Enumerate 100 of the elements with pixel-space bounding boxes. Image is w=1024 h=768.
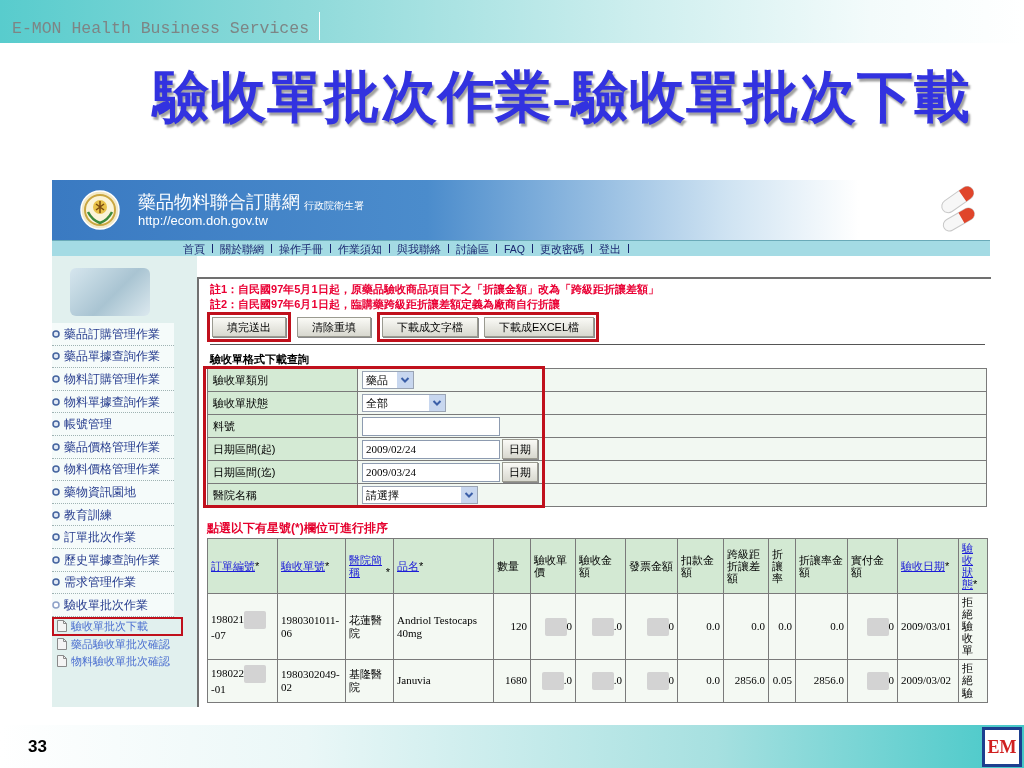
sidebar-item[interactable]: 訂單批次作業 xyxy=(52,526,174,549)
form-button[interactable]: 下載成EXCEL檔 xyxy=(484,317,595,337)
sidebar-item[interactable]: 藥品單據查詢作業 xyxy=(52,345,174,369)
input-field[interactable]: 2009/03/24 xyxy=(362,462,500,482)
sidebar-item[interactable]: 驗收單批次作業 xyxy=(52,594,174,617)
sidebar-item[interactable]: 物料訂購管理作業 xyxy=(52,368,174,391)
input-field[interactable] xyxy=(362,416,500,436)
sidebar-item[interactable]: 物料價格管理作業 xyxy=(52,458,174,482)
sort-link[interactable]: 品名 xyxy=(397,560,419,572)
select-field[interactable]: 請選擇 xyxy=(362,486,478,504)
sort-link[interactable]: 驗收狀態 xyxy=(962,541,973,591)
date-button[interactable]: 日期 xyxy=(502,462,538,482)
column-header: 折讓率 xyxy=(768,538,796,594)
nav-link[interactable]: 更改密碼 xyxy=(533,241,591,256)
cell-text: 198021 xyxy=(211,612,244,625)
sidebar-subitem[interactable]: 藥品驗收單批次確認 xyxy=(52,635,183,653)
table-cell: 2009/03/02 xyxy=(897,659,959,703)
column-header: 驗收單價 xyxy=(530,538,576,594)
document-icon xyxy=(57,655,67,668)
section-title: 驗收單格式下載查詢 xyxy=(208,352,310,366)
form-label: 料號 xyxy=(207,414,358,438)
sidebar-subitem[interactable]: 驗收單批次下載 xyxy=(52,616,183,636)
nav-link[interactable]: 登出 xyxy=(592,241,628,256)
document-icon xyxy=(57,638,67,651)
sidebar-item[interactable]: 歷史單據查詢作業 xyxy=(52,548,174,572)
form-button[interactable]: 清除重填 xyxy=(297,317,371,337)
sidebar-item[interactable]: 藥品價格管理作業 xyxy=(52,435,174,459)
sort-hint: 點選以下有星號(*)欄位可進行排序 xyxy=(207,520,389,536)
input-field[interactable]: 2009/02/24 xyxy=(362,439,500,459)
notice-text: 註1：自民國97年5月1日起，原藥品驗收商品項目下之「折讓金額」改為「跨級距折讓差額」 xyxy=(210,282,660,297)
document-icon xyxy=(57,620,67,633)
nav-link[interactable]: 討論區 xyxy=(449,241,496,256)
form-label: 日期區間(迄) xyxy=(207,460,358,484)
slide-number: 33 xyxy=(28,736,47,757)
table-cell: Andriol Testocaps 40mg xyxy=(393,593,494,660)
sidebar-item[interactable]: 物料單據查詢作業 xyxy=(52,390,174,414)
table-cell: Januvia xyxy=(393,659,494,703)
sort-mark: * xyxy=(945,560,950,572)
form-button[interactable]: 下載成文字檔 xyxy=(382,317,478,337)
agency-name: 行政院衛生署 xyxy=(304,199,364,213)
nav-link[interactable]: 首頁 xyxy=(176,241,212,256)
column-header: 數量 xyxy=(493,538,531,594)
nav-link[interactable]: 與我聯絡 xyxy=(390,241,448,256)
sidebar-item[interactable]: 帳號管理 xyxy=(52,413,174,436)
select-field[interactable]: 全部 xyxy=(362,394,446,412)
cell-text: .0 xyxy=(563,673,572,686)
select-field[interactable]: 藥品 xyxy=(362,371,414,389)
nav-link[interactable]: 操作手冊 xyxy=(272,241,330,256)
sort-mark: * xyxy=(973,578,978,591)
emblem-logo xyxy=(80,190,120,230)
brand-text: E-MON Health Business Services xyxy=(11,19,310,40)
column-header: 實付金額 xyxy=(847,538,898,594)
table-cell: 基隆醫院 xyxy=(345,659,394,703)
sort-link[interactable]: 驗收單號 xyxy=(281,560,325,572)
status-text: 拒絕驗 xyxy=(962,662,973,699)
form-label: 驗收單類別 xyxy=(207,368,358,392)
date-button[interactable]: 日期 xyxy=(502,439,538,459)
column-header: 發票金額 xyxy=(625,538,678,594)
cell-text: 0 xyxy=(888,673,894,686)
sort-link[interactable]: 驗收日期 xyxy=(901,560,945,572)
sidebar-item[interactable]: 藥物資訊園地 xyxy=(52,481,174,504)
form-button[interactable]: 填完送出 xyxy=(212,317,286,337)
cell-text: .0 xyxy=(613,619,622,632)
logo: EM xyxy=(982,726,1022,767)
form-label: 日期區間(起) xyxy=(207,437,358,461)
table-cell: 花蓮醫院 xyxy=(345,593,394,660)
sort-mark: * xyxy=(419,560,424,572)
column-header: 跨級距折讓差額 xyxy=(723,538,769,594)
table-cell: 0.0 xyxy=(723,593,769,660)
column-header: 驗收金額 xyxy=(575,538,626,594)
table-cell: 120 xyxy=(493,593,531,660)
table-cell: 0.0 xyxy=(795,593,848,660)
cell-text: 0 xyxy=(888,619,894,632)
table-cell: 2009/03/01 xyxy=(897,593,959,660)
table-cell: 1680 xyxy=(493,659,531,703)
cell-text: -07 xyxy=(211,629,226,642)
sidebar-item[interactable]: 需求管理作業 xyxy=(52,571,174,595)
cell-text: 0 xyxy=(668,673,674,686)
nav-link[interactable]: FAQ xyxy=(497,241,532,256)
cell-text: -01 xyxy=(211,683,226,696)
nav-link[interactable]: 關於聯網 xyxy=(213,241,271,256)
notice-text: 註2：自民國97年6月1日起，臨購藥跨級距折讓差額定義為廠商自行折讓 xyxy=(210,297,561,312)
column-header: 扣款金額 xyxy=(677,538,724,594)
table-cell: 2856.0 xyxy=(795,659,848,703)
cell-text: 0 xyxy=(668,619,674,632)
sidebar-item[interactable]: 教育訓練 xyxy=(52,503,174,527)
cell-text: .0 xyxy=(613,673,622,686)
table-cell: 2856.0 xyxy=(723,659,769,703)
table-cell: 0.0 xyxy=(768,593,796,660)
sort-link[interactable]: 訂單編號 xyxy=(211,560,255,572)
status-text: 拒絕驗收單 xyxy=(962,596,973,657)
table-cell: 1980301011-06 xyxy=(277,593,346,660)
form-label: 驗收單狀態 xyxy=(207,391,358,415)
nav-link[interactable]: 作業須知 xyxy=(331,241,389,256)
table-cell: 0.0 xyxy=(677,659,724,703)
site-name: 藥品物料聯合訂購網 xyxy=(138,191,300,213)
sort-link[interactable]: 醫院簡稱 xyxy=(349,554,386,578)
sidebar-subitem[interactable]: 物料驗收單批次確認 xyxy=(52,652,183,670)
sidebar-item[interactable]: 藥品訂購管理作業 xyxy=(52,323,174,346)
cell-text: 198022 xyxy=(211,667,244,679)
